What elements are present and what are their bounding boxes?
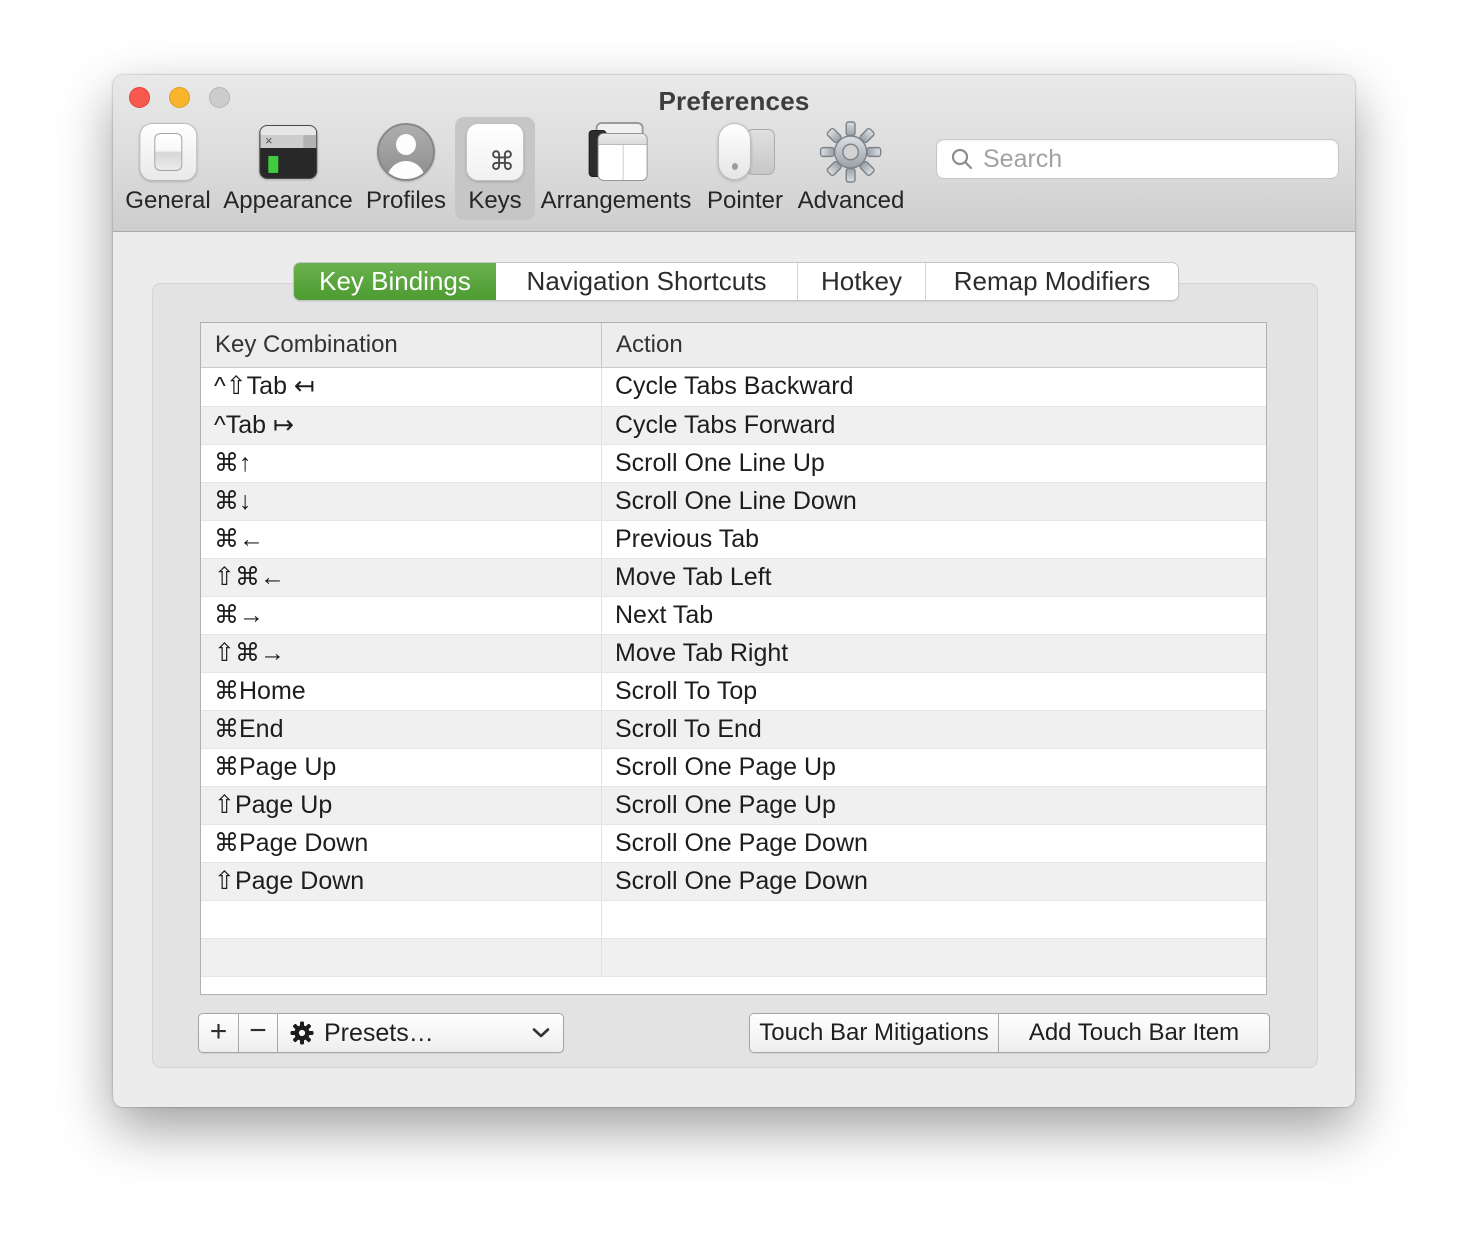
key-combination-cell[interactable]: ⌘Home bbox=[201, 673, 601, 710]
key-combination-cell[interactable]: ⌘↓ bbox=[201, 483, 601, 520]
table-row[interactable]: ⇧⌘→Move Tab Right bbox=[201, 634, 1266, 672]
preferences-window: Preferences General × Appearance Profile… bbox=[113, 75, 1355, 1107]
action-cell[interactable]: Scroll One Page Up bbox=[601, 787, 1266, 824]
tab-hotkey[interactable]: Hotkey bbox=[798, 263, 926, 300]
toolbar-item-keys[interactable]: ⌘ Keys bbox=[455, 117, 535, 220]
key-combination-cell[interactable]: ⇧⌘→ bbox=[201, 635, 601, 672]
toolbar-item-general[interactable]: General bbox=[114, 117, 221, 220]
search-input[interactable] bbox=[983, 145, 1328, 174]
tab-key-bindings[interactable]: Key Bindings bbox=[294, 263, 496, 300]
profiles-person-icon bbox=[377, 123, 435, 181]
action-cell[interactable]: Scroll One Line Up bbox=[601, 445, 1266, 482]
key-combination-cell[interactable]: ^⇧Tab ↤ bbox=[201, 368, 601, 406]
toolbar-item-profiles[interactable]: Profiles bbox=[355, 117, 457, 220]
key-combination-cell[interactable]: ⌘→ bbox=[201, 597, 601, 634]
action-cell[interactable] bbox=[601, 901, 1266, 938]
touch-bar-controls: Touch Bar Mitigations Add Touch Bar Item bbox=[749, 1013, 1270, 1053]
action-cell[interactable]: Scroll One Line Down bbox=[601, 483, 1266, 520]
column-header-action[interactable]: Action bbox=[601, 323, 1266, 367]
key-combination-cell[interactable]: ⇧Page Up bbox=[201, 787, 601, 824]
key-combination-cell[interactable]: ^Tab ↦ bbox=[201, 407, 601, 444]
add-key-binding-button[interactable]: + bbox=[199, 1014, 239, 1052]
appearance-window-icon: × bbox=[259, 125, 317, 179]
toolbar-item-pointer[interactable]: Pointer bbox=[696, 117, 794, 220]
arrangements-windows-icon bbox=[583, 122, 649, 182]
key-combination-cell[interactable]: ⇧Page Down bbox=[201, 863, 601, 900]
touch-bar-mitigations-button[interactable]: Touch Bar Mitigations bbox=[750, 1014, 999, 1052]
toolbar-item-appearance[interactable]: × Appearance bbox=[212, 117, 363, 220]
chevron-down-icon bbox=[532, 1028, 550, 1039]
advanced-gear-icon bbox=[820, 121, 882, 183]
toolbar-item-label: Arrangements bbox=[541, 188, 692, 214]
key-combination-cell[interactable] bbox=[201, 939, 601, 976]
table-header: Key Combination Action bbox=[201, 323, 1266, 368]
table-row[interactable] bbox=[201, 938, 1266, 976]
toolbar-item-label: General bbox=[125, 188, 210, 214]
table-row[interactable]: ⇧Page DownScroll One Page Down bbox=[201, 862, 1266, 900]
table-row[interactable]: ⇧Page UpScroll One Page Up bbox=[201, 786, 1266, 824]
presets-label: Presets… bbox=[324, 1019, 434, 1048]
general-switch-icon bbox=[139, 123, 197, 181]
toolbar-item-label: Profiles bbox=[366, 188, 446, 214]
key-combination-cell[interactable] bbox=[201, 901, 601, 938]
action-cell[interactable]: Next Tab bbox=[601, 597, 1266, 634]
table-row[interactable]: ⌘Page UpScroll One Page Up bbox=[201, 748, 1266, 786]
table-row[interactable]: ⌘↑Scroll One Line Up bbox=[201, 444, 1266, 482]
table-row[interactable]: ^Tab ↦Cycle Tabs Forward bbox=[201, 406, 1266, 444]
keys-tab-bar: Key Bindings Navigation Shortcuts Hotkey… bbox=[293, 262, 1179, 301]
table-row[interactable]: ^⇧Tab ↤Cycle Tabs Backward bbox=[201, 368, 1266, 406]
action-cell[interactable]: Scroll One Page Down bbox=[601, 863, 1266, 900]
keys-keycap-icon: ⌘ bbox=[466, 123, 524, 181]
tab-remap-modifiers[interactable]: Remap Modifiers bbox=[926, 263, 1178, 300]
table-row[interactable] bbox=[201, 900, 1266, 938]
title-bar-and-toolbar: Preferences General × Appearance Profile… bbox=[113, 75, 1355, 232]
action-cell[interactable]: Move Tab Right bbox=[601, 635, 1266, 672]
key-binding-edit-controls: + − Presets… bbox=[198, 1013, 564, 1053]
key-combination-cell[interactable]: ⌘End bbox=[201, 711, 601, 748]
toolbar-item-arrangements[interactable]: Arrangements bbox=[530, 117, 703, 220]
action-cell[interactable]: Cycle Tabs Backward bbox=[601, 368, 1266, 406]
key-combination-cell[interactable]: ⌘← bbox=[201, 521, 601, 558]
add-touch-bar-item-button[interactable]: Add Touch Bar Item bbox=[999, 1014, 1269, 1052]
action-cell[interactable] bbox=[601, 939, 1266, 976]
window-title: Preferences bbox=[113, 86, 1355, 117]
action-cell[interactable]: Scroll To End bbox=[601, 711, 1266, 748]
action-cell[interactable]: Scroll To Top bbox=[601, 673, 1266, 710]
action-cell[interactable]: Cycle Tabs Forward bbox=[601, 407, 1266, 444]
action-cell[interactable]: Scroll One Page Up bbox=[601, 749, 1266, 786]
key-bindings-table: Key Combination Action ^⇧Tab ↤Cycle Tabs… bbox=[200, 322, 1267, 995]
search-field[interactable] bbox=[936, 139, 1339, 179]
presets-gear-icon bbox=[290, 1021, 314, 1045]
table-row[interactable]: ⌘←Previous Tab bbox=[201, 520, 1266, 558]
table-row[interactable]: ⇧⌘←Move Tab Left bbox=[201, 558, 1266, 596]
toolbar-item-label: Appearance bbox=[223, 188, 352, 214]
remove-key-binding-button[interactable]: − bbox=[239, 1014, 278, 1052]
key-combination-cell[interactable]: ⌘Page Up bbox=[201, 749, 601, 786]
key-combination-cell[interactable]: ⇧⌘← bbox=[201, 559, 601, 596]
table-row[interactable]: ⌘EndScroll To End bbox=[201, 710, 1266, 748]
presets-dropdown[interactable]: Presets… bbox=[278, 1014, 563, 1052]
search-icon bbox=[950, 147, 974, 171]
table-row[interactable]: ⌘→Next Tab bbox=[201, 596, 1266, 634]
table-row[interactable]: ⌘↓Scroll One Line Down bbox=[201, 482, 1266, 520]
pointer-mouse-icon bbox=[715, 123, 775, 181]
key-bindings-table-body: ^⇧Tab ↤Cycle Tabs Backward^Tab ↦Cycle Ta… bbox=[201, 368, 1266, 976]
column-header-key-combination[interactable]: Key Combination bbox=[201, 323, 601, 367]
table-row[interactable]: ⌘Page DownScroll One Page Down bbox=[201, 824, 1266, 862]
toolbar-item-label: Pointer bbox=[707, 188, 783, 214]
action-cell[interactable]: Previous Tab bbox=[601, 521, 1266, 558]
action-cell[interactable]: Scroll One Page Down bbox=[601, 825, 1266, 862]
table-filler bbox=[201, 976, 1266, 994]
toolbar-item-label: Advanced bbox=[798, 188, 905, 214]
key-combination-cell[interactable]: ⌘Page Down bbox=[201, 825, 601, 862]
action-cell[interactable]: Move Tab Left bbox=[601, 559, 1266, 596]
table-row[interactable]: ⌘HomeScroll To Top bbox=[201, 672, 1266, 710]
tab-navigation-shortcuts[interactable]: Navigation Shortcuts bbox=[496, 263, 798, 300]
toolbar-item-label: Keys bbox=[468, 188, 521, 214]
key-combination-cell[interactable]: ⌘↑ bbox=[201, 445, 601, 482]
toolbar-item-advanced[interactable]: Advanced bbox=[787, 117, 916, 220]
